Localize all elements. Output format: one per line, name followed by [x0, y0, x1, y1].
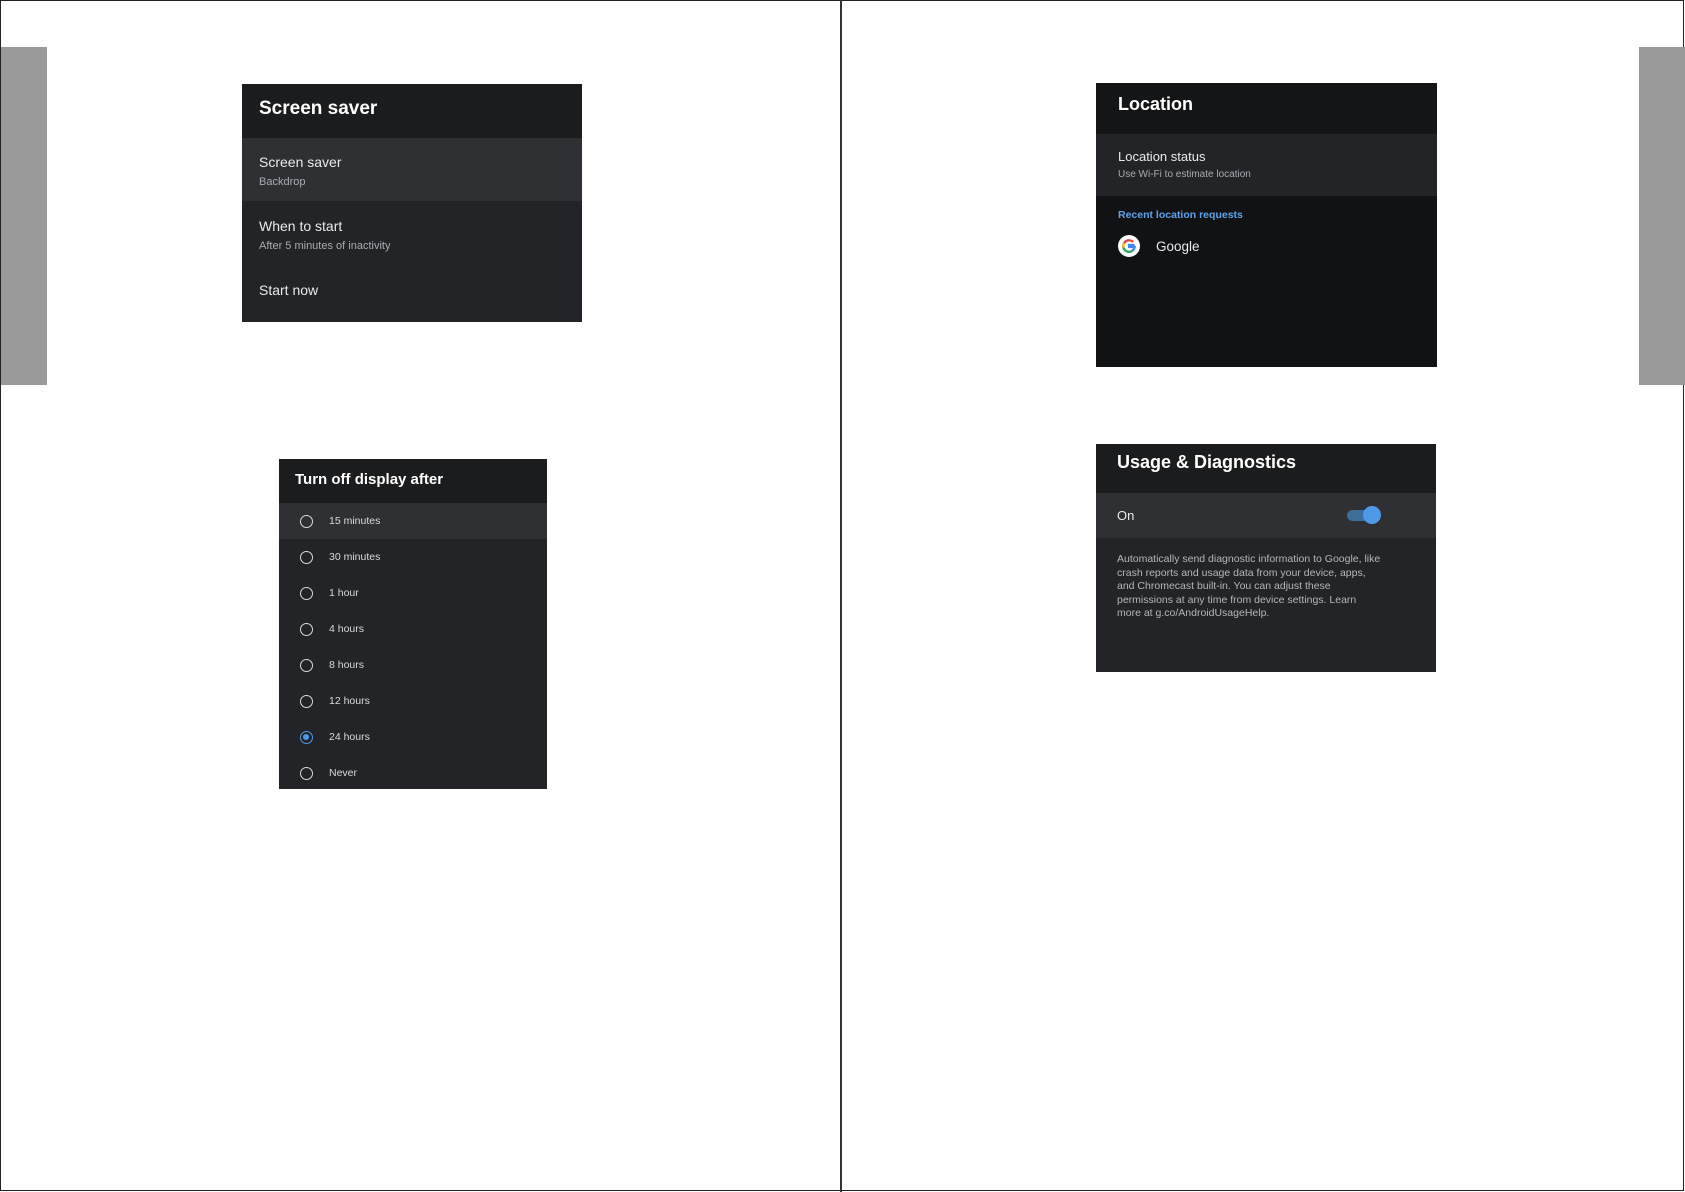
recent-location-requests-label: Recent location requests	[1118, 209, 1243, 221]
start-now-item[interactable]: Start now	[242, 265, 582, 322]
usage-diagnostics-panel: Usage & Diagnostics On Automatically sen…	[1096, 444, 1436, 672]
timeout-option[interactable]: 1 hour	[279, 575, 547, 611]
timeout-option-label: 12 hours	[329, 695, 370, 707]
timeout-option-label: 24 hours	[329, 731, 370, 743]
timeout-option[interactable]: 8 hours	[279, 647, 547, 683]
google-g-glyph	[1122, 239, 1137, 253]
radio-unchecked-icon[interactable]	[300, 586, 313, 600]
timeout-option-list: 15 minutes 30 minutes 1 hour 4 hours 8 hours…	[279, 503, 547, 789]
radio-unchecked-icon[interactable]	[300, 694, 313, 708]
timeout-option-label: 15 minutes	[329, 515, 381, 527]
radio-unchecked-icon[interactable]	[300, 766, 313, 780]
turn-off-display-title: Turn off display after	[279, 459, 547, 503]
screen-saver-panel: Screen saver Screen saver Backdrop When …	[242, 84, 582, 322]
timeout-option-label: 8 hours	[329, 659, 365, 671]
timeout-option[interactable]: Never	[279, 755, 547, 789]
screen-saver-title: Screen saver	[242, 84, 582, 138]
when-to-start-item[interactable]: When to start After 5 minutes of inactiv…	[242, 201, 582, 265]
radio-unchecked-icon[interactable]	[300, 514, 313, 528]
right-side-tab	[1639, 47, 1685, 385]
location-title: Location	[1096, 83, 1437, 134]
when-to-start-subtitle: After 5 minutes of inactivity	[259, 240, 391, 252]
radio-unchecked-icon[interactable]	[300, 622, 313, 636]
location-status-title: Location status	[1118, 149, 1206, 164]
radio-checked-icon[interactable]	[300, 730, 313, 744]
screen-saver-item-title: Screen saver	[259, 154, 342, 170]
google-app-name: Google	[1156, 238, 1200, 254]
usage-diagnostics-title: Usage & Diagnostics	[1096, 444, 1436, 493]
usage-toggle-label: On	[1117, 508, 1135, 523]
timeout-option[interactable]: 12 hours	[279, 683, 547, 719]
left-side-tab	[1, 47, 47, 385]
usage-toggle-row[interactable]: On	[1096, 493, 1436, 538]
turn-off-display-panel: Turn off display after 15 minutes 30 minu…	[279, 459, 547, 789]
timeout-option[interactable]: 15 minutes	[279, 503, 547, 539]
when-to-start-title: When to start	[259, 218, 343, 234]
timeout-option[interactable]: 30 minutes	[279, 539, 547, 575]
location-panel: Location Location status Use Wi-Fi to es…	[1096, 83, 1437, 367]
page-divider	[840, 0, 842, 1192]
switch-thumb	[1363, 506, 1381, 524]
timeout-option-label: 30 minutes	[329, 551, 381, 563]
timeout-option-label: 4 hours	[329, 623, 365, 635]
location-status-subtitle: Use Wi-Fi to estimate location	[1118, 169, 1251, 180]
screen-saver-item[interactable]: Screen saver Backdrop	[242, 138, 582, 201]
start-now-title: Start now	[259, 282, 319, 298]
radio-unchecked-icon[interactable]	[300, 550, 313, 564]
google-app-item[interactable]: Google	[1096, 221, 1437, 257]
timeout-option[interactable]: 24 hours	[279, 719, 547, 755]
timeout-option-label: Never	[329, 767, 358, 779]
timeout-option[interactable]: 4 hours	[279, 611, 547, 647]
location-status-item[interactable]: Location status Use Wi-Fi to estimate lo…	[1096, 134, 1437, 196]
timeout-option-label: 1 hour	[329, 587, 359, 599]
usage-toggle-switch[interactable]	[1347, 506, 1381, 524]
google-icon	[1118, 235, 1140, 257]
radio-unchecked-icon[interactable]	[300, 658, 313, 672]
screen-saver-item-subtitle: Backdrop	[259, 176, 306, 188]
usage-description: Automatically send diagnostic informatio…	[1117, 553, 1381, 620]
